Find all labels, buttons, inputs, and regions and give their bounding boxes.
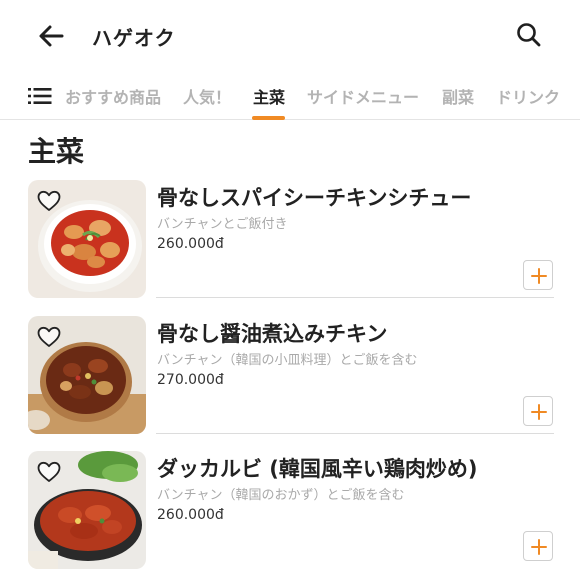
heart-outline-icon xyxy=(37,461,61,482)
item-description: バンチャンとご飯付き xyxy=(157,217,288,232)
tab-side-dishes[interactable]: 副菜 xyxy=(442,84,474,108)
category-menu-button[interactable] xyxy=(28,86,52,106)
top-bar: ハゲオク xyxy=(0,0,580,70)
heart-outline-icon xyxy=(37,190,61,211)
menu-item[interactable]: 骨なしスパイシーチキンシチュー バンチャンとご飯付き 260.000đ xyxy=(28,180,554,300)
menu-item[interactable]: 骨なし醤油煮込みチキン バンチャン（韓国の小皿料理）とご飯を含む 270.000… xyxy=(28,316,554,436)
item-price: 260.000đ xyxy=(157,507,224,523)
tab-recommended[interactable]: おすすめ商品 xyxy=(65,84,161,108)
item-description: バンチャン（韓国の小皿料理）とご飯を含む xyxy=(157,353,418,368)
plus-icon xyxy=(531,268,547,284)
heart-outline-icon xyxy=(37,326,61,347)
favorite-button[interactable] xyxy=(36,460,62,484)
menu-item[interactable]: ダッカルビ (韓国風辛い鶏肉炒め) バンチャン（韓国のおかず）とご飯を含む 26… xyxy=(28,451,554,571)
arrow-left-icon xyxy=(39,25,64,47)
category-tabs: おすすめ商品 人気！ 主菜 サイドメニュー 副菜 ドリンク xyxy=(0,70,580,120)
tab-popular[interactable]: 人気！ xyxy=(183,84,231,108)
favorite-button[interactable] xyxy=(36,189,62,213)
search-button[interactable] xyxy=(514,20,544,50)
item-price: 260.000đ xyxy=(157,236,224,252)
page-title: ハゲオク xyxy=(92,26,176,50)
item-description: バンチャン（韓国のおかず）とご飯を含む xyxy=(157,488,405,503)
search-icon xyxy=(517,23,541,47)
add-to-cart-button[interactable] xyxy=(523,396,553,426)
list-menu-icon xyxy=(28,88,52,104)
item-price: 270.000đ xyxy=(157,372,224,388)
back-button[interactable] xyxy=(36,20,68,52)
add-to-cart-button[interactable] xyxy=(523,531,553,561)
item-divider xyxy=(156,433,554,434)
add-to-cart-button[interactable] xyxy=(523,260,553,290)
tab-side-menu[interactable]: サイドメニュー xyxy=(307,84,419,108)
tab-main-dishes[interactable]: 主菜 xyxy=(253,84,285,108)
item-name: 骨なしスパイシーチキンシチュー xyxy=(157,186,472,210)
plus-icon xyxy=(531,404,547,420)
favorite-button[interactable] xyxy=(36,325,62,349)
item-name: ダッカルビ (韓国風辛い鶏肉炒め) xyxy=(157,457,478,481)
item-divider xyxy=(156,297,554,298)
plus-icon xyxy=(531,539,547,555)
item-name: 骨なし醤油煮込みチキン xyxy=(157,322,388,346)
tab-drinks[interactable]: ドリンク xyxy=(496,84,560,108)
section-title: 主菜 xyxy=(28,135,85,168)
active-tab-indicator xyxy=(252,116,285,120)
